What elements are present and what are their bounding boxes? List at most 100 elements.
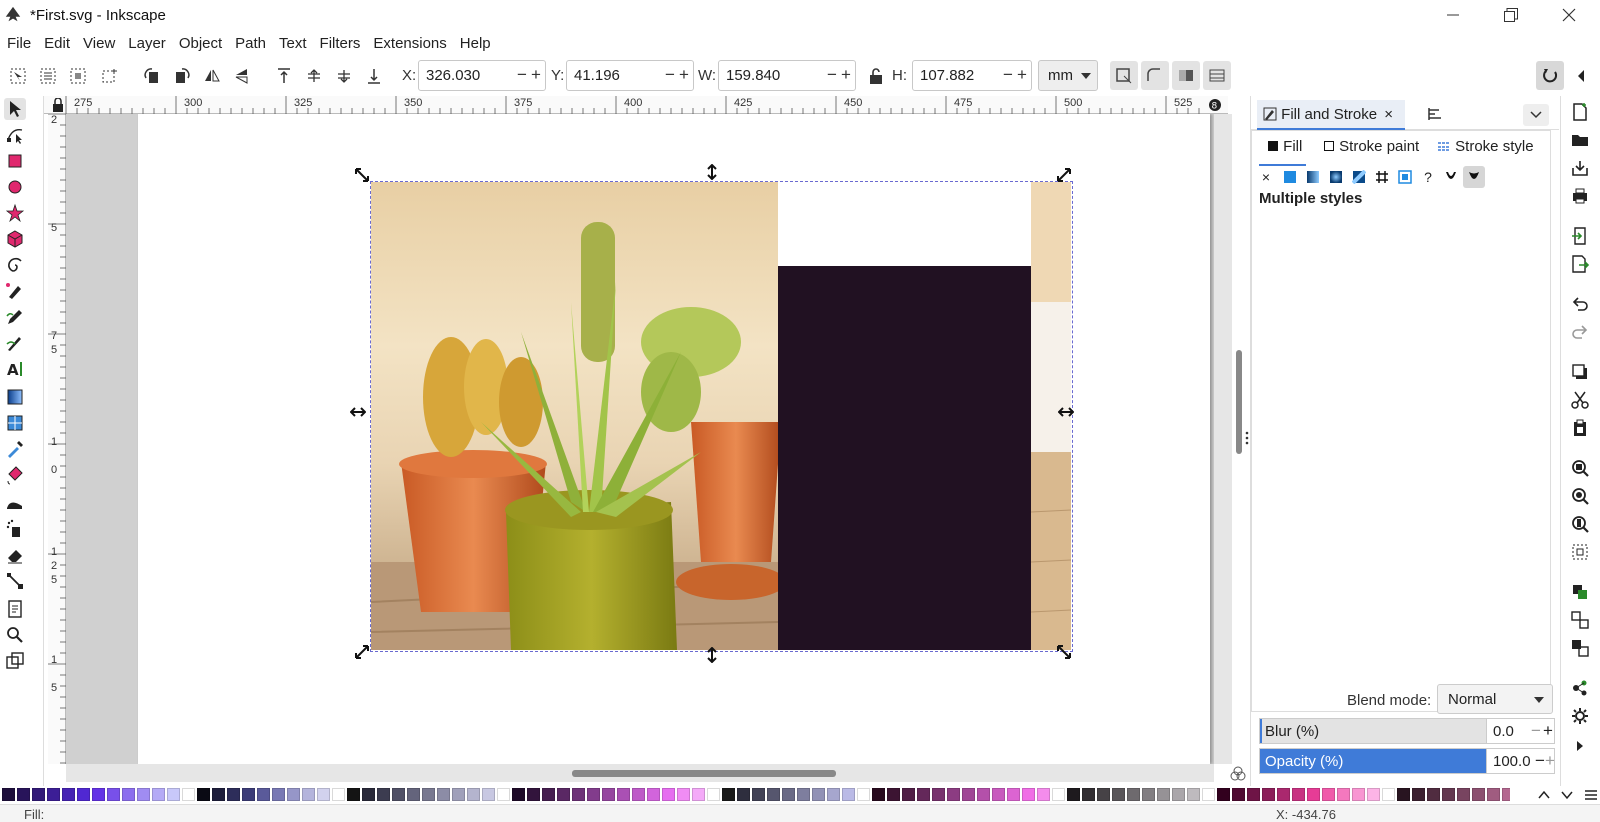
palette-swatch[interactable] <box>1247 788 1260 801</box>
palette-swatch[interactable] <box>1022 788 1035 801</box>
palette-swatch[interactable] <box>1442 788 1455 801</box>
palette-swatch[interactable] <box>1292 788 1305 801</box>
vertical-ruler[interactable]: 2 5 7 5 1 0 1 2 5 1 5 <box>48 114 66 764</box>
fill-rule-nonzero-button[interactable] <box>1463 166 1485 188</box>
palette-swatch[interactable] <box>557 788 570 801</box>
paint-pattern-button[interactable] <box>1371 166 1393 188</box>
horizontal-ruler[interactable]: 275 300 325 350 375 400 425 450 475 500 … <box>44 96 1228 114</box>
palette-swatch[interactable] <box>482 788 495 801</box>
snap-toggle[interactable] <box>1536 61 1564 90</box>
print-icon[interactable] <box>1570 186 1590 206</box>
resize-handle-n-icon[interactable] <box>704 164 720 180</box>
more-commands-icon[interactable] <box>1570 736 1590 756</box>
palette-swatch[interactable] <box>1322 788 1335 801</box>
raise-to-top-icon[interactable] <box>274 66 294 86</box>
w-increment-button[interactable]: + <box>841 65 851 85</box>
palette-swatch[interactable] <box>662 788 675 801</box>
scale-corners-toggle[interactable] <box>1141 61 1169 90</box>
restore-button[interactable] <box>1482 0 1540 30</box>
scale-stroke-toggle[interactable] <box>1110 61 1138 90</box>
unit-dropdown[interactable]: mm <box>1038 60 1098 91</box>
opacity-slider[interactable]: Opacity (%) 100.0 − + <box>1259 748 1555 774</box>
palette-swatch[interactable] <box>1472 788 1485 801</box>
palette-swatch[interactable] <box>617 788 630 801</box>
flip-vertical-icon[interactable] <box>232 66 252 86</box>
h-increment-button[interactable]: + <box>1017 65 1027 85</box>
x-spinbox[interactable]: 326.030 − + <box>418 60 546 91</box>
blur-increment-button[interactable]: + <box>1543 721 1553 741</box>
transform-patterns-toggle[interactable] <box>1203 61 1231 90</box>
palette-swatch[interactable] <box>182 788 195 801</box>
subtab-fill[interactable]: Fill <box>1258 138 1307 166</box>
tab-close-button[interactable]: × <box>1384 106 1393 123</box>
xml-editor-icon[interactable] <box>1570 678 1590 698</box>
menu-view[interactable]: View <box>76 35 121 52</box>
zoom-tool-icon[interactable] <box>4 624 26 646</box>
palette-swatch[interactable] <box>962 788 975 801</box>
close-button[interactable] <box>1540 0 1598 30</box>
h-spinbox[interactable]: 107.882 − + <box>912 60 1032 91</box>
palette-swatch[interactable] <box>1367 788 1380 801</box>
star-tool-icon[interactable] <box>4 202 26 224</box>
subtab-stroke-style[interactable]: Stroke style <box>1437 138 1534 162</box>
palette-swatch[interactable] <box>1127 788 1140 801</box>
minimize-button[interactable] <box>1424 0 1482 30</box>
resize-handle-e-icon[interactable] <box>1058 404 1074 420</box>
palette-swatch[interactable] <box>542 788 555 801</box>
color-palette[interactable] <box>0 786 1510 804</box>
palette-swatch[interactable] <box>647 788 660 801</box>
palette-swatch[interactable] <box>287 788 300 801</box>
palette-swatch[interactable] <box>572 788 585 801</box>
palette-swatch[interactable] <box>827 788 840 801</box>
palette-swatch[interactable] <box>947 788 960 801</box>
vertical-scrollbar-track[interactable] <box>1214 114 1232 764</box>
resize-handle-w-icon[interactable] <box>350 404 366 420</box>
menu-object[interactable]: Object <box>172 35 228 52</box>
palette-swatch[interactable] <box>1007 788 1020 801</box>
save-icon[interactable] <box>1570 158 1590 178</box>
palette-swatch[interactable] <box>1142 788 1155 801</box>
ellipse-tool-icon[interactable] <box>4 176 26 198</box>
palette-swatch[interactable] <box>32 788 45 801</box>
palette-swatch[interactable] <box>1307 788 1320 801</box>
mesh-tool-icon[interactable] <box>4 412 26 434</box>
palette-scroll-down-icon[interactable] <box>1561 790 1573 800</box>
lower-to-bottom-icon[interactable] <box>364 66 384 86</box>
palette-swatch[interactable] <box>77 788 90 801</box>
palette-swatch[interactable] <box>452 788 465 801</box>
measure-tool-icon[interactable] <box>4 650 26 672</box>
y-increment-button[interactable]: + <box>679 65 689 85</box>
tab-fill-and-stroke[interactable]: Fill and Stroke × <box>1257 100 1405 130</box>
palette-swatch[interactable] <box>1427 788 1440 801</box>
palette-scroll-up-icon[interactable] <box>1538 790 1550 800</box>
palette-swatch[interactable] <box>1412 788 1425 801</box>
palette-swatch[interactable] <box>527 788 540 801</box>
menu-extensions[interactable]: Extensions <box>366 35 452 52</box>
palette-swatch[interactable] <box>377 788 390 801</box>
palette-swatch[interactable] <box>812 788 825 801</box>
palette-swatch[interactable] <box>1382 788 1395 801</box>
blur-decrement-button[interactable]: − <box>1531 721 1541 741</box>
paint-none-button[interactable]: × <box>1255 166 1277 188</box>
palette-swatch[interactable] <box>257 788 270 801</box>
resize-handle-se-icon[interactable] <box>1056 644 1072 660</box>
paint-radial-gradient-button[interactable] <box>1325 166 1347 188</box>
transform-gradients-toggle[interactable] <box>1172 61 1200 90</box>
resize-handle-sw-icon[interactable] <box>354 644 370 660</box>
menu-text[interactable]: Text <box>272 35 313 52</box>
spray-tool-icon[interactable] <box>4 518 26 540</box>
palette-swatch[interactable] <box>1397 788 1410 801</box>
select-all-icon[interactable] <box>8 66 28 86</box>
palette-swatch[interactable] <box>167 788 180 801</box>
opacity-decrement-button[interactable]: − <box>1535 751 1545 771</box>
touch-select-icon[interactable] <box>100 66 120 86</box>
tab-align-distribute[interactable] <box>1421 100 1451 130</box>
palette-swatch[interactable] <box>842 788 855 801</box>
paint-mesh-gradient-button[interactable] <box>1348 166 1370 188</box>
palette-swatch[interactable] <box>467 788 480 801</box>
palette-swatch[interactable] <box>1187 788 1200 801</box>
palette-swatch[interactable] <box>857 788 870 801</box>
zoom-page-width-icon[interactable] <box>1570 542 1590 562</box>
palette-swatch[interactable] <box>197 788 210 801</box>
palette-swatch[interactable] <box>362 788 375 801</box>
